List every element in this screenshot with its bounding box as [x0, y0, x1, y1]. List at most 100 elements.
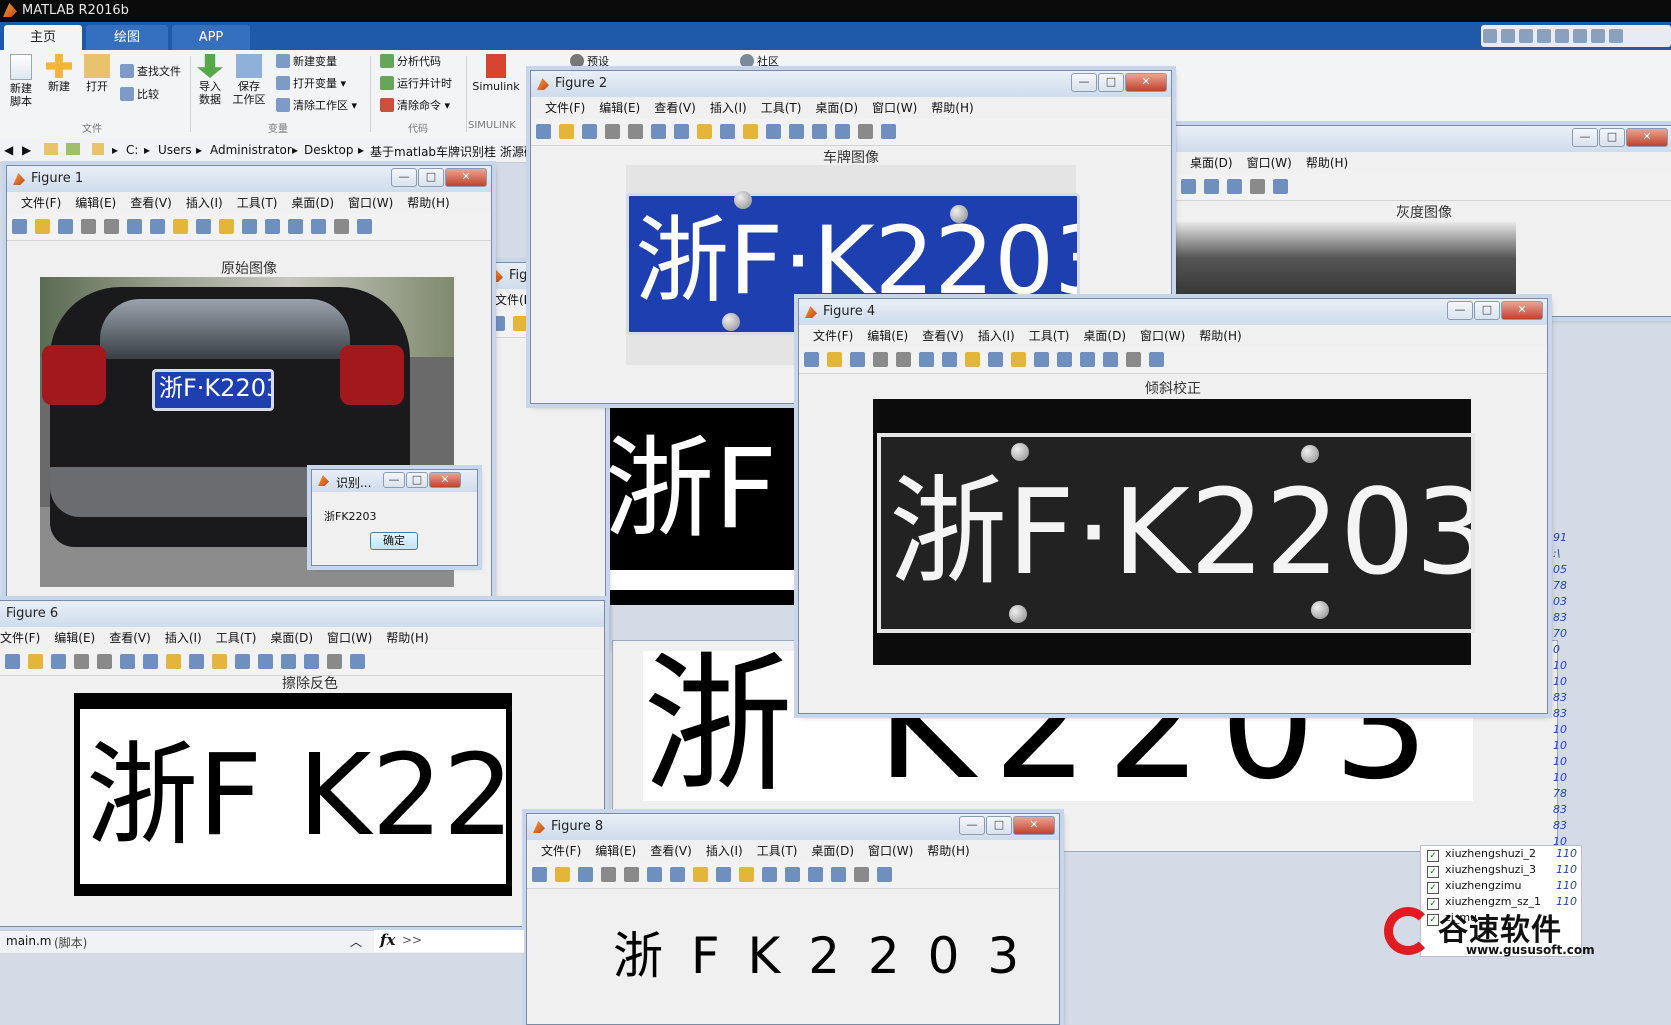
- zoom-in-icon[interactable]: [919, 352, 934, 367]
- menu-window[interactable]: 窗口(W): [1247, 152, 1292, 174]
- data-cursor-icon[interactable]: [1011, 352, 1026, 367]
- legend-icon[interactable]: [1227, 179, 1242, 194]
- save-workspace-button[interactable]: 保存 工作区: [232, 54, 266, 106]
- back-icon[interactable]: ◀: [4, 143, 13, 157]
- zoom-in-icon[interactable]: [127, 219, 142, 234]
- menu-desktop[interactable]: 桌面(D): [815, 97, 858, 119]
- link-icon[interactable]: [1181, 179, 1196, 194]
- menu-tools[interactable]: 工具(T): [1029, 325, 1070, 347]
- pan-icon[interactable]: [965, 352, 980, 367]
- up-folder-icon[interactable]: [44, 143, 58, 155]
- tab-apps[interactable]: APP: [172, 25, 250, 50]
- maximize-icon[interactable]: □: [1599, 128, 1625, 147]
- analyze-code-button[interactable]: 分析代码: [380, 53, 441, 71]
- tab-plots[interactable]: 绘图: [86, 25, 168, 50]
- maximize-icon[interactable]: □: [418, 168, 444, 187]
- show-plot-tools-icon[interactable]: [1149, 352, 1164, 367]
- close-icon[interactable]: ✕: [429, 472, 461, 488]
- show-plot-tools-icon[interactable]: [877, 867, 892, 882]
- close-icon[interactable]: ✕: [1125, 73, 1167, 92]
- menu-view[interactable]: 查看(V): [650, 840, 692, 862]
- menu-view[interactable]: 查看(V): [109, 627, 151, 649]
- menu-window[interactable]: 窗口(W): [872, 97, 917, 119]
- new-figure-icon[interactable]: [490, 316, 505, 331]
- breadcrumb-administrator[interactable]: Administrator: [210, 143, 292, 157]
- workspace-row[interactable]: ✓ xiuzhengzimu 110: [1421, 878, 1581, 894]
- edit-plot-icon[interactable]: [628, 124, 643, 139]
- menu-help[interactable]: 帮助(H): [927, 840, 969, 862]
- figure-gray-window[interactable]: — □ ✕ 桌面(D) 窗口(W) 帮助(H) 灰度图像: [1175, 125, 1671, 317]
- menu-help[interactable]: 帮助(H): [386, 627, 428, 649]
- colorbar-icon[interactable]: [1204, 179, 1219, 194]
- copy-icon[interactable]: [1519, 29, 1533, 43]
- zoom-out-icon[interactable]: [143, 654, 158, 669]
- menu-view[interactable]: 查看(V): [654, 97, 696, 119]
- new-figure-icon[interactable]: [532, 867, 547, 882]
- chevron-up-icon[interactable]: ︿: [350, 933, 362, 950]
- breadcrumb-project[interactable]: 基于matlab车牌识别桂 浙源码: [370, 143, 536, 160]
- maximize-icon[interactable]: □: [1098, 73, 1124, 92]
- run-and-time-button[interactable]: 运行并计时: [380, 75, 452, 93]
- close-icon[interactable]: ✕: [1626, 128, 1668, 147]
- menu-tools[interactable]: 工具(T): [761, 97, 802, 119]
- save-icon[interactable]: [58, 219, 73, 234]
- close-icon[interactable]: ✕: [1013, 816, 1055, 835]
- new-script-button[interactable]: 新建 脚本: [6, 54, 36, 108]
- save-icon[interactable]: [850, 352, 865, 367]
- rotate-icon[interactable]: [988, 352, 1003, 367]
- maximize-icon[interactable]: □: [406, 472, 428, 488]
- menu-desktop[interactable]: 桌面(D): [270, 627, 313, 649]
- data-cursor-icon[interactable]: [743, 124, 758, 139]
- colorbar-icon[interactable]: [812, 124, 827, 139]
- menu-file[interactable]: 文件(F): [541, 840, 581, 862]
- figure-4-window[interactable]: Figure 4 — □ ✕ 文件(F) 编辑(E) 查看(V) 插入(I) 工具(T) 桌面…: [798, 298, 1548, 714]
- menu-window[interactable]: 窗口(W): [1140, 325, 1185, 347]
- menu-edit[interactable]: 编辑(E): [75, 192, 116, 214]
- brush-icon[interactable]: [762, 867, 777, 882]
- new-figure-icon[interactable]: [5, 654, 20, 669]
- print-icon[interactable]: [74, 654, 89, 669]
- minimize-icon[interactable]: —: [1447, 301, 1473, 320]
- menu-file[interactable]: 文件(F): [0, 627, 40, 649]
- menu-help[interactable]: 帮助(H): [1199, 325, 1241, 347]
- menu-edit[interactable]: 编辑(E): [595, 840, 636, 862]
- close-icon[interactable]: ✕: [1501, 301, 1543, 320]
- menu-edit[interactable]: 编辑(E): [867, 325, 908, 347]
- menu-desktop[interactable]: 桌面(D): [1083, 325, 1126, 347]
- menu-tools[interactable]: 工具(T): [237, 192, 278, 214]
- menu-view[interactable]: 查看(V): [922, 325, 964, 347]
- menu-insert[interactable]: 插入(I): [165, 627, 202, 649]
- zoom-out-icon[interactable]: [670, 867, 685, 882]
- help-icon[interactable]: [1609, 29, 1623, 43]
- link-icon[interactable]: [1057, 352, 1072, 367]
- link-icon[interactable]: [265, 219, 280, 234]
- rotate-icon[interactable]: [720, 124, 735, 139]
- open-file-icon[interactable]: [28, 654, 43, 669]
- new-figure-icon[interactable]: [12, 219, 27, 234]
- import-data-button[interactable]: 导入 数据: [196, 54, 224, 106]
- checkbox-icon[interactable]: ✓: [1427, 850, 1439, 862]
- new-button[interactable]: 新建: [44, 54, 74, 93]
- menu-desktop[interactable]: 桌面(D): [1190, 152, 1233, 174]
- menu-help[interactable]: 帮助(H): [1306, 152, 1348, 174]
- edit-plot-icon[interactable]: [97, 654, 112, 669]
- menu-window[interactable]: 窗口(W): [348, 192, 393, 214]
- ok-button[interactable]: 确定: [370, 532, 418, 550]
- hide-plot-tools-icon[interactable]: [854, 867, 869, 882]
- brush-icon[interactable]: [235, 654, 250, 669]
- undo-icon[interactable]: [1555, 29, 1569, 43]
- hide-plot-tools-icon[interactable]: [1126, 352, 1141, 367]
- pan-icon[interactable]: [173, 219, 188, 234]
- brush-icon[interactable]: [766, 124, 781, 139]
- command-line[interactable]: fx >>: [374, 930, 524, 952]
- hide-plot-tools-icon[interactable]: [334, 219, 349, 234]
- menu-view[interactable]: 查看(V): [130, 192, 172, 214]
- rotate-icon[interactable]: [716, 867, 731, 882]
- rotate-icon[interactable]: [196, 219, 211, 234]
- data-cursor-icon[interactable]: [219, 219, 234, 234]
- paste-icon[interactable]: [1537, 29, 1551, 43]
- minimize-icon[interactable]: —: [959, 816, 985, 835]
- zoom-in-icon[interactable]: [651, 124, 666, 139]
- zoom-in-icon[interactable]: [120, 654, 135, 669]
- data-cursor-icon[interactable]: [212, 654, 227, 669]
